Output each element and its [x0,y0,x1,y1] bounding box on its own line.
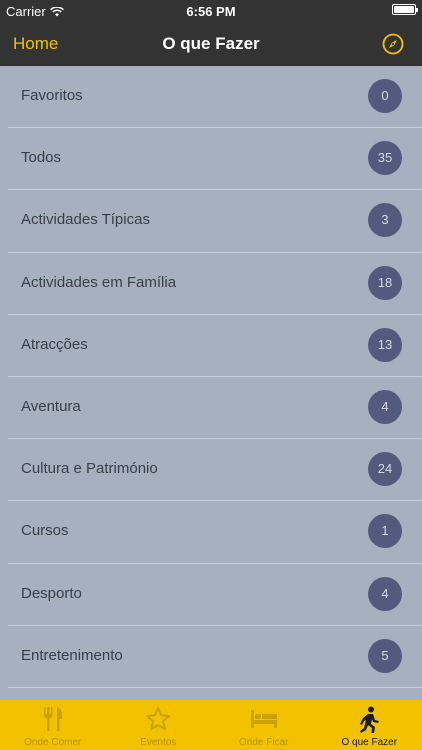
category-row-0[interactable]: Favoritos 0 [8,66,422,129]
category-row-7[interactable]: Cursos 1 [8,501,422,564]
category-row-3[interactable]: Actividades em Família 18 [8,253,422,315]
battery-fill [394,6,414,13]
navigation-bar: Home O que Fazer [0,22,422,66]
compass-icon[interactable] [382,33,404,55]
star-icon [146,707,171,730]
category-count-badge: 4 [368,576,402,611]
tab-eventos[interactable]: Eventos [106,700,212,750]
category-label: Actividades Típicas [21,211,150,229]
category-row-4[interactable]: Atracções 13 [8,315,422,377]
tab-onde-comer[interactable]: Onde Comer [0,700,106,750]
category-count-badge: 18 [368,265,402,300]
category-list: Favoritos 0 Todos 35 Actividades Típicas… [0,66,422,700]
tab-o-que-fazer[interactable]: O que Fazer [317,700,422,750]
category-label: Entretenimento [21,646,123,664]
category-label: Atracções [21,335,88,353]
category-count-badge: 24 [368,452,402,487]
category-count-badge: 13 [368,327,402,362]
status-right [392,4,418,15]
category-label: Todos [21,149,62,167]
tab-label: Eventos [140,737,177,748]
category-label: Cursos [21,522,69,540]
category-label: Aventura [21,397,81,415]
category-count-badge: 0 [368,79,402,113]
tab-label: O que Fazer [341,737,398,748]
category-row-1[interactable]: Todos 35 [8,128,422,191]
status-time: 6:56 PM [186,4,236,19]
category-count-badge: 35 [368,141,402,176]
category-count-badge: 5 [368,638,402,673]
tab-label: Onde Ficar [239,737,289,748]
category-label: Cultura e Património [21,460,158,478]
category-label: Desporto [21,584,82,602]
category-row-5[interactable]: Aventura 4 [8,377,422,440]
category-count-badge: 3 [368,203,402,238]
category-row-6[interactable]: Cultura e Património 24 [8,439,422,502]
page-title: O que Fazer [162,34,260,53]
category-label: Actividades em Família [21,273,177,291]
bed-icon [250,710,277,728]
category-row-2[interactable]: Actividades Típicas 3 [8,190,422,253]
category-count-badge: 1 [368,514,402,549]
fork-knife-icon [43,707,62,731]
tab-bar: Onde Comer Eventos Onde Ficar O que Faze… [0,700,422,750]
category-row-9[interactable]: Entretenimento 5 [8,626,422,688]
tab-label: Onde Comer [24,737,82,748]
tab-onde-ficar[interactable]: Onde Ficar [211,700,317,750]
hiker-icon [360,706,380,733]
status-bar: Carrier 6:56 PM [0,0,422,22]
category-count-badge: 4 [368,389,402,424]
battery-icon [392,4,418,15]
category-row-8[interactable]: Desporto 4 [8,564,422,626]
category-label: Favoritos [21,87,83,104]
